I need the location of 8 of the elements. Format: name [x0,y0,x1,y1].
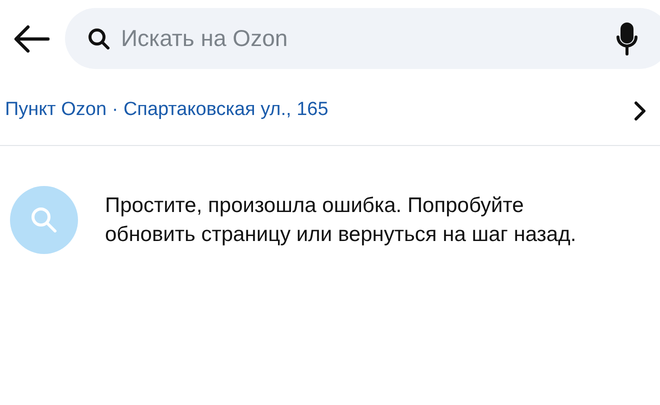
microphone-icon[interactable] [616,22,638,56]
search-bar[interactable]: Искать на Ozon [65,8,660,69]
pickup-point-link[interactable]: Пункт Ozon · Спартаковская ул., 165 [5,96,328,125]
chevron-right-icon[interactable] [634,100,646,120]
search-field[interactable]: Искать на Ozon [121,21,616,56]
error-message: Простите, произошла ошибка. Попробуйте обновить страницу или вернуться на шаг назад. [105,193,578,248]
back-arrow-icon [14,24,50,52]
search-icon [87,26,111,50]
